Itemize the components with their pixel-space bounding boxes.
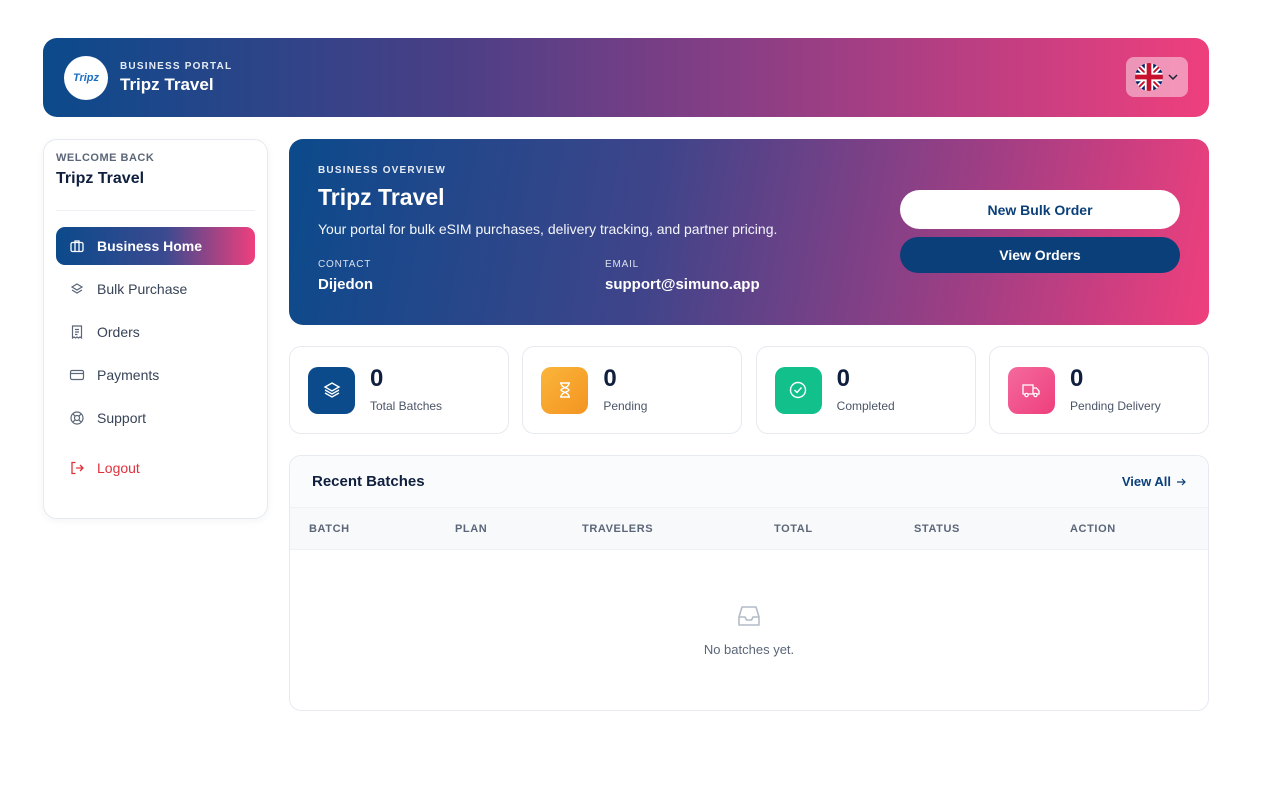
table-column-headers: BATCH PLAN TRAVELERS TOTAL STATUS ACTION <box>290 508 1208 550</box>
truck-icon <box>1022 384 1041 398</box>
logout-button[interactable]: Logout <box>56 449 255 487</box>
stat-badge <box>541 366 589 414</box>
stat-pending: 0 Pending <box>522 346 743 434</box>
welcome-label: WELCOME BACK <box>56 152 155 164</box>
column-travelers: TRAVELERS <box>582 522 654 535</box>
stat-completed: 0 Completed <box>755 346 976 434</box>
logout-icon <box>71 461 84 475</box>
stat-badge <box>1007 366 1055 414</box>
sidebar-item-support[interactable]: Support <box>56 399 255 437</box>
stat-total-batches: 0 Total Batches <box>289 346 509 434</box>
arrow-right-icon <box>1177 478 1186 485</box>
layers-icon <box>70 283 84 294</box>
recent-batches-header: Recent Batches View All <box>290 456 1208 508</box>
stat-value: 0 <box>603 365 617 392</box>
inbox-icon <box>738 606 760 626</box>
stat-badge <box>774 366 822 414</box>
column-batch: BATCH <box>309 522 350 535</box>
contact-block: CONTACT Dijedon <box>318 259 605 293</box>
column-status: STATUS <box>914 522 960 535</box>
uk-flag-icon <box>1135 63 1163 91</box>
lifebuoy-icon <box>70 411 84 425</box>
check-circle-icon <box>789 381 807 399</box>
stat-label: Pending <box>603 399 648 413</box>
chevron-down-icon <box>1168 74 1178 81</box>
sidebar-item-payments[interactable]: Payments <box>56 356 255 394</box>
contact-value: Dijedon <box>318 276 373 293</box>
sidebar: WELCOME BACK Tripz Travel Business Home … <box>43 139 268 519</box>
sidebar-item-bulk-purchase[interactable]: Bulk Purchase <box>56 270 255 308</box>
stat-value: 0 <box>836 365 851 392</box>
business-overview-card: BUSINESS OVERVIEW Tripz Travel Your port… <box>289 139 1209 325</box>
briefcase-icon <box>70 240 84 253</box>
stat-badge <box>308 366 355 414</box>
new-bulk-order-button[interactable]: New Bulk Order <box>900 190 1180 229</box>
email-block: EMAIL support@simuno.app <box>605 259 892 293</box>
stat-label: Total Batches <box>370 399 443 413</box>
column-action: ACTION <box>1070 522 1116 535</box>
divider <box>56 210 255 211</box>
stat-pending-delivery: 0 Pending Delivery <box>988 346 1209 434</box>
layers-icon <box>323 382 340 398</box>
top-header: Tripz BUSINESS PORTAL Tripz Travel <box>43 38 1209 117</box>
credit-card-icon <box>69 369 85 381</box>
portal-label: BUSINESS PORTAL <box>120 60 233 72</box>
column-total: TOTAL <box>774 522 813 535</box>
stat-label: Pending Delivery <box>1069 399 1161 413</box>
column-plan: PLAN <box>455 522 488 535</box>
stat-value: 0 <box>370 365 384 392</box>
stat-label: Completed <box>836 399 895 413</box>
company-name: Tripz Travel <box>120 74 214 94</box>
overview-label: BUSINESS OVERVIEW <box>318 165 447 176</box>
hourglass-icon <box>559 382 570 398</box>
empty-message: No batches yet. <box>703 642 795 657</box>
brand: BUSINESS PORTAL Tripz Travel <box>120 61 232 95</box>
sidebar-item-orders[interactable]: Orders <box>56 313 255 351</box>
sidebar-item-business-home[interactable]: Business Home <box>56 227 255 265</box>
receipt-icon <box>71 325 83 340</box>
language-selector[interactable] <box>1126 57 1188 97</box>
user-name: Tripz Travel <box>56 170 145 187</box>
email-value: support@simuno.app <box>605 276 760 293</box>
view-all-link[interactable]: View All <box>1122 474 1186 489</box>
recent-batches-title: Recent Batches <box>312 473 425 490</box>
stats-row: 0 Total Batches 0 Pending 0 Completed 0 … <box>289 346 1209 434</box>
empty-state: No batches yet. <box>290 550 1208 657</box>
recent-batches-card: Recent Batches View All BATCH PLAN TRAVE… <box>289 455 1209 711</box>
company-logo: Tripz <box>64 55 108 100</box>
view-orders-button[interactable]: View Orders <box>900 237 1180 273</box>
stat-value: 0 <box>1069 365 1084 392</box>
